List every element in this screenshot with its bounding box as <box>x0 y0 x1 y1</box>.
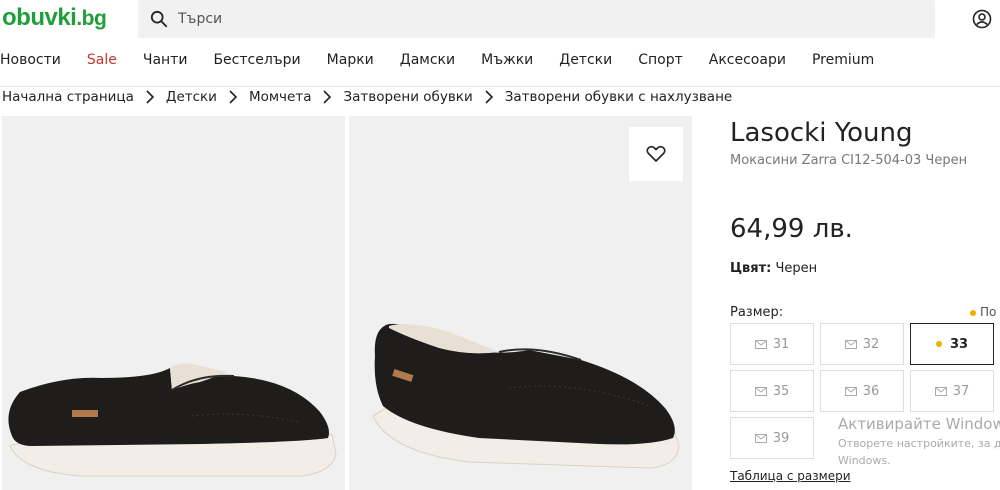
product-image-side[interactable] <box>2 116 345 490</box>
size-value: 36 <box>862 383 880 399</box>
breadcrumb-item-kids[interactable]: Детски <box>166 89 217 105</box>
shoe-side-illustration <box>8 363 337 477</box>
nav-item-accessories[interactable]: Аксесоари <box>709 52 786 74</box>
nav-item-kids[interactable]: Детски <box>559 52 612 74</box>
product-price: 64,99 лв. <box>730 214 853 244</box>
chevron-right-icon <box>311 89 343 105</box>
nav-item-premium[interactable]: Premium <box>812 52 874 74</box>
wishlist-button[interactable] <box>629 127 683 181</box>
heart-icon <box>646 145 666 162</box>
chevron-right-icon <box>134 89 166 105</box>
user-account-icon[interactable] <box>972 9 992 29</box>
envelope-icon <box>754 433 767 443</box>
size-value: 35 <box>772 383 790 399</box>
size-option[interactable]: 35 <box>730 370 814 412</box>
windows-activation-line2: Windows. <box>838 454 891 467</box>
size-option[interactable]: 32 <box>820 323 904 365</box>
chevron-right-icon <box>473 89 505 105</box>
logo[interactable]: obuvki.bg <box>2 4 107 32</box>
envelope-icon <box>844 386 857 396</box>
nav-item-new[interactable]: Новости <box>0 52 61 74</box>
search-icon[interactable] <box>150 10 168 28</box>
size-value: 39 <box>772 430 790 446</box>
envelope-icon <box>844 339 857 349</box>
size-option[interactable]: 39 <box>730 417 814 459</box>
nav-item-bags[interactable]: Чанти <box>143 52 188 74</box>
size-table-link[interactable]: Таблица с размери <box>730 469 851 483</box>
logo-tld: .bg <box>76 7 107 30</box>
color-label: Цвят: <box>730 261 772 276</box>
breadcrumb: Начална страница Детски Момчета Затворен… <box>2 88 732 106</box>
search-bar[interactable] <box>138 0 935 38</box>
envelope-icon <box>934 386 947 396</box>
windows-activation-line1: Отворете настройките, за да <box>838 437 1000 450</box>
size-value: 33 <box>949 336 969 352</box>
product-model: Мокасини Zarra CI12-504-03 Черен <box>730 153 968 168</box>
envelope-icon <box>754 339 767 349</box>
main-nav: Новости Sale Чанти Бестселъри Марки Дамс… <box>0 52 900 74</box>
availability-legend: По <box>970 305 996 319</box>
availability-text: По <box>980 305 997 319</box>
breadcrumb-item-slip-on[interactable]: Затворени обувки с нахлузване <box>505 89 732 105</box>
size-value: 31 <box>772 336 790 352</box>
product-brand[interactable]: Lasocki Young <box>730 118 913 148</box>
breadcrumb-item-closed-shoes[interactable]: Затворени обувки <box>343 89 472 105</box>
availability-dot-icon <box>970 309 976 316</box>
nav-item-sport[interactable]: Спорт <box>638 52 683 74</box>
size-option[interactable]: 31 <box>730 323 814 365</box>
size-value: 37 <box>952 383 970 399</box>
header: obuvki.bg <box>0 0 1000 40</box>
color-value: Черен <box>775 261 818 276</box>
logo-main: obuvki <box>2 4 77 31</box>
chevron-right-icon <box>217 89 249 105</box>
size-value: 32 <box>862 336 880 352</box>
size-option[interactable]: 36 <box>820 370 904 412</box>
nav-item-sale[interactable]: Sale <box>87 52 117 74</box>
nav-item-women[interactable]: Дамски <box>400 52 455 74</box>
nav-item-bestsellers[interactable]: Бестселъри <box>213 52 300 74</box>
availability-dot-icon <box>935 341 942 347</box>
nav-item-brands[interactable]: Марки <box>327 52 374 74</box>
windows-activation-title: Активирайте Windows <box>838 415 1000 433</box>
nav-item-men[interactable]: Мъжки <box>481 52 533 74</box>
breadcrumb-item-home[interactable]: Начална страница <box>2 89 134 105</box>
breadcrumb-item-boys[interactable]: Момчета <box>249 89 312 105</box>
envelope-icon <box>754 386 767 396</box>
nav-divider <box>0 86 1000 87</box>
size-option[interactable]: 37 <box>910 370 994 412</box>
search-input[interactable] <box>178 11 878 27</box>
color-info: Цвят: Черен <box>730 261 817 276</box>
size-label: Размер: <box>730 305 784 320</box>
size-option-selected[interactable]: 33 <box>910 323 994 365</box>
